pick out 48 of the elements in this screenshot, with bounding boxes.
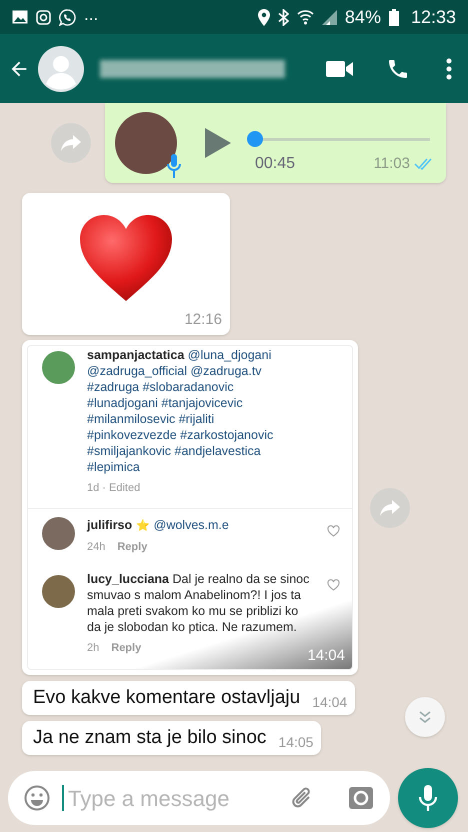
comment-text: julifirso ⭐ @wolves.m.e [87,517,230,534]
message-input-field[interactable]: Type a message [68,782,258,814]
voice-duration: 00:45 [255,154,296,174]
signal-icon [322,10,337,24]
reply-link[interactable]: Reply [117,539,148,555]
microphone-icon [418,783,438,813]
comment-meta: 1d · Edited [87,481,140,496]
photo-placeholder [42,575,75,608]
clock-time: 12:33 [410,6,456,28]
bluetooth-icon [278,8,289,26]
message-time: 14:04 [307,647,345,664]
message-text: Ja ne znam sta je bilo sinoc [33,726,266,750]
heart-outline-icon[interactable] [327,579,340,591]
comment-age: 2h [87,641,100,656]
comment-age: 24h [87,540,106,555]
photo-placeholder [42,517,75,550]
microphone-button[interactable] [398,768,458,828]
reply-link[interactable]: Reply [111,640,142,656]
photo-placeholder [42,351,75,384]
scroll-down-button[interactable] [405,697,445,737]
gallery-icon [12,10,28,24]
forward-arrow-icon [61,135,81,151]
more-options-icon[interactable] [446,58,452,80]
camera-outline-icon [36,10,51,24]
location-pin-icon [258,8,270,26]
comment-text: sampanjactatica @luna_djogani @zadruga_official @zadruga.tv #zadruga #slobaradanovic #lunadjogani #tanjajovicevic #milanmilosevic #rijaliti #pinkovezvezde #zarkostojanovic #smiljajankovic #andjelavestica #lepimica [87,347,274,475]
message-time: 11:03 [374,154,410,174]
video-call-icon[interactable] [326,58,354,78]
double-chevron-icon [418,710,432,724]
forward-arrow-icon [380,500,400,516]
message-time: 14:05 [278,734,314,750]
camera-icon[interactable] [348,785,374,811]
emoji-icon[interactable] [24,785,50,811]
message-time: 14:04 [312,694,348,710]
comment-text: lucy_lucciana Dal je realno da se sinoc smuvao s malom Anabelinom?! I jos ta mala preti svakom ko mu se priblizi ko da je slobodan ko ptica. Ne razumem. [87,571,310,635]
wifi-icon [296,9,314,25]
message-text: Evo kakve komentare ostavljaju [33,686,300,710]
message-composer[interactable]: Type a message [8,771,390,825]
avatar-icon[interactable] [38,46,84,92]
battery-percentage: 84% [344,6,381,28]
heart-outline-icon[interactable] [327,525,340,537]
play-icon[interactable] [205,128,231,158]
seek-thumb[interactable] [247,131,263,147]
notification-overflow: ... [84,4,98,26]
microphone-icon [167,154,181,178]
message-time: 12:16 [184,310,222,330]
phone-bubble-icon [59,8,76,26]
battery-icon [388,8,399,26]
